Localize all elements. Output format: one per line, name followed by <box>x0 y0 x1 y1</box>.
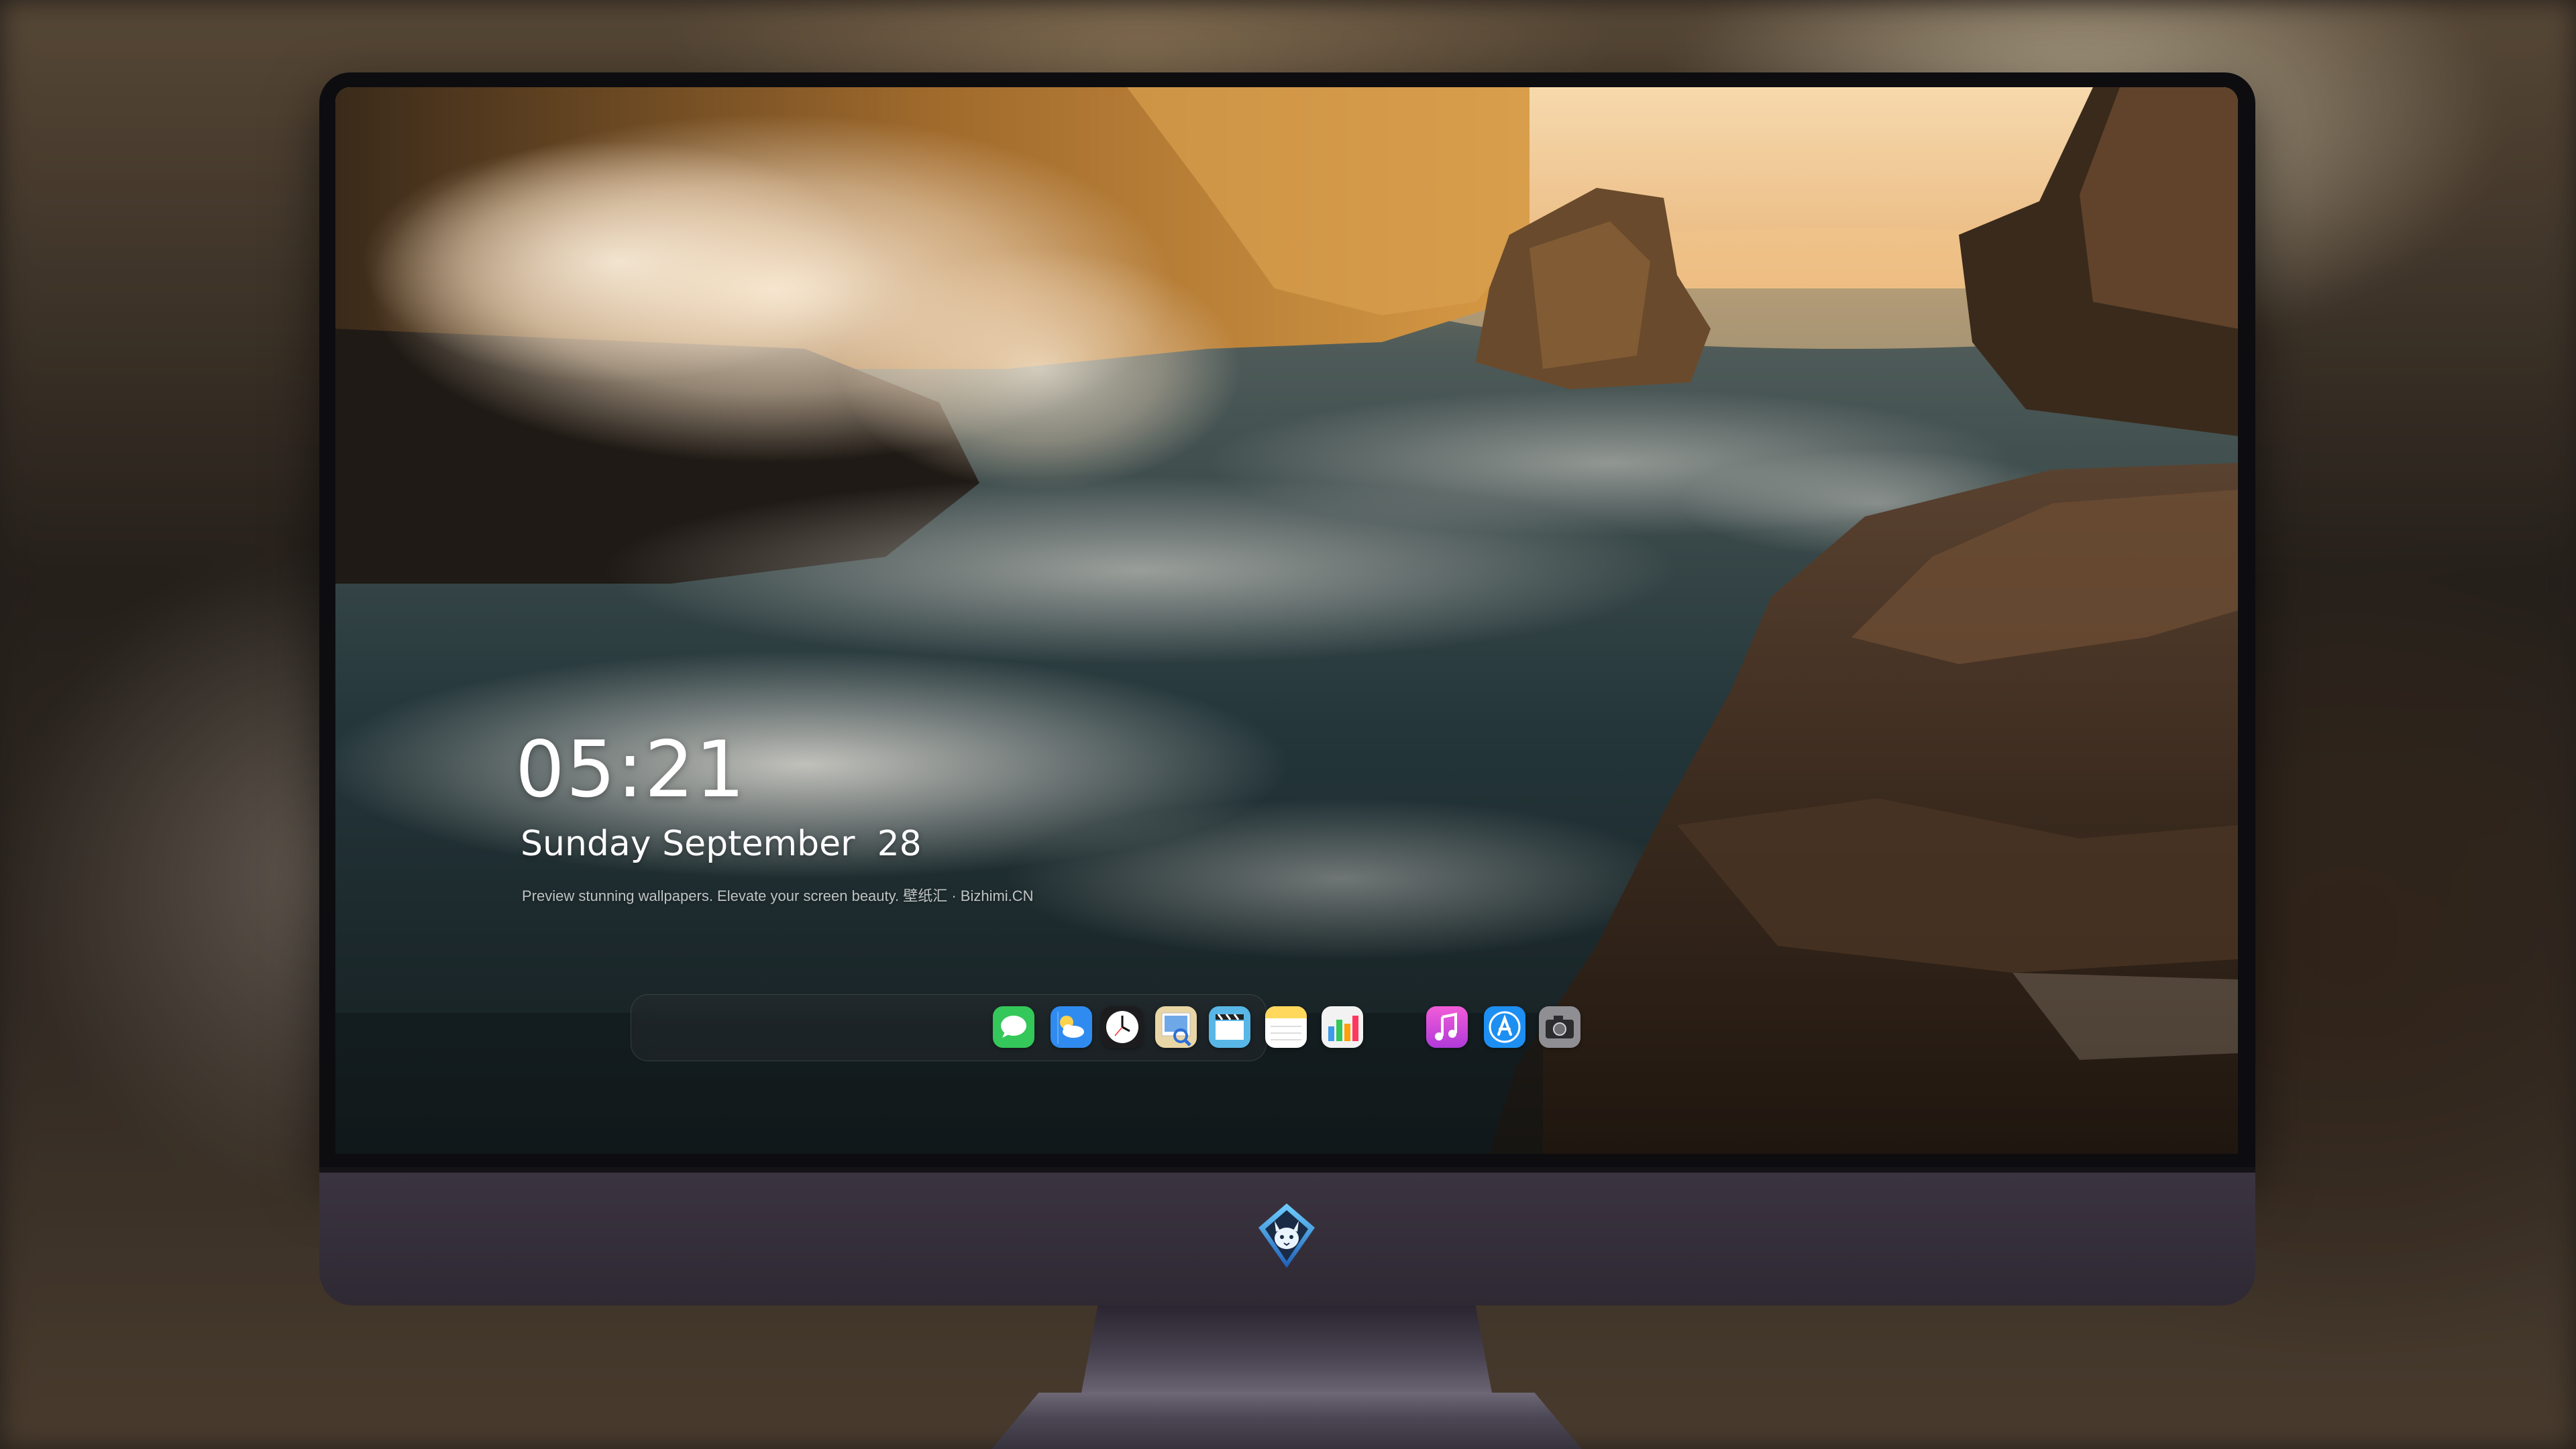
dock-app-clock[interactable] <box>1102 1006 1143 1048</box>
dock-app-camera[interactable] <box>1539 1006 1580 1048</box>
clapperboard-icon <box>1209 1006 1250 1048</box>
dock-app-app-store[interactable] <box>1484 1006 1525 1048</box>
dock-divider <box>1057 1012 1059 1044</box>
dock-app-notes[interactable] <box>1265 1006 1307 1048</box>
dock-app-messages[interactable] <box>993 1006 1034 1048</box>
lock-screen-date: Sunday September 28 <box>521 824 922 864</box>
wolf-mascot-logo <box>1258 1203 1315 1268</box>
lock-screen-tagline: Preview stunning wallpapers. Elevate you… <box>522 888 1034 904</box>
app-store-icon <box>1484 1006 1525 1048</box>
clock-icon <box>1102 1006 1143 1048</box>
dock-app-clips[interactable] <box>1209 1006 1250 1048</box>
monitor-screen: 05:21 Sunday September 28 Preview stunni… <box>335 87 2238 1154</box>
camera-icon <box>1539 1006 1580 1048</box>
dock-app-music[interactable] <box>1426 1006 1468 1048</box>
monitor-stand-neck <box>1081 1305 1492 1393</box>
notes-icon <box>1265 1006 1307 1048</box>
numbers-icon <box>1322 1006 1363 1048</box>
lock-screen-time: 05:21 <box>515 724 747 815</box>
music-icon <box>1426 1006 1468 1048</box>
messages-icon <box>993 1006 1034 1048</box>
monitor-stand-base <box>991 1393 1582 1449</box>
seascape-wallpaper <box>335 87 2238 1154</box>
dock-app-preview[interactable] <box>1155 1006 1197 1048</box>
dock-app-numbers[interactable] <box>1322 1006 1363 1048</box>
preview-icon <box>1155 1006 1197 1048</box>
